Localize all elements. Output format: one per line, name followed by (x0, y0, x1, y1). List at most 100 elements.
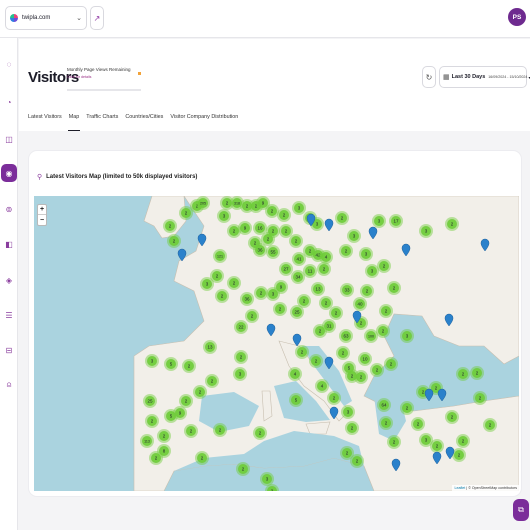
visitor-cluster[interactable]: 25 (143, 394, 157, 408)
visitor-cluster[interactable]: 4 (319, 250, 333, 264)
visitor-cluster[interactable]: 2 (319, 296, 333, 310)
visitor-cluster[interactable]: 2 (483, 418, 497, 432)
visitor-cluster[interactable]: 2 (289, 234, 303, 248)
visitor-cluster[interactable]: 5 (164, 409, 178, 423)
visitor-cluster[interactable]: 2 (376, 324, 390, 338)
quota-details-link[interactable]: Click for details (67, 75, 91, 79)
visitor-cluster[interactable]: 2 (167, 234, 181, 248)
visitor-cluster[interactable]: 55 (266, 245, 280, 259)
visitor-cluster[interactable]: 2 (387, 281, 401, 295)
visitor-cluster[interactable]: 2 (400, 401, 414, 415)
sidebar-item-account[interactable]: ⍝ (3, 379, 15, 391)
visitor-cluster[interactable]: 2 (245, 309, 259, 323)
visitor-cluster[interactable]: 3 (341, 405, 355, 419)
visitor-cluster[interactable]: 13 (311, 282, 325, 296)
visitor-cluster[interactable]: 2 (379, 416, 393, 430)
sidebar-item-events[interactable]: ⊟ (3, 344, 15, 356)
tab-latest-visitors[interactable]: Latest Visitors (28, 113, 62, 131)
visitor-cluster[interactable]: 13 (203, 340, 217, 354)
visitor-cluster[interactable]: 2 (149, 451, 163, 465)
visitor-cluster[interactable]: 3 (347, 229, 361, 243)
sidebar-item-visitors[interactable]: ◉ (1, 164, 17, 182)
avatar[interactable]: PS (508, 8, 526, 26)
sidebar-item-dashboard[interactable]: ◌ (3, 58, 15, 70)
sidebar-item-surveys[interactable]: ◈ (3, 274, 15, 286)
visitor-cluster[interactable]: 2 (370, 363, 384, 377)
visitor-cluster[interactable]: 2 (411, 417, 425, 431)
tab-countries-cities[interactable]: Countries/Cities (125, 113, 163, 131)
visitor-cluster[interactable]: 2 (163, 219, 177, 233)
visitor-cluster[interactable]: 2 (430, 439, 444, 453)
visitor-cluster[interactable]: 2 (215, 289, 229, 303)
visitor-cluster[interactable]: 2 (157, 429, 171, 443)
visitor-cluster[interactable]: 2 (309, 354, 323, 368)
visitor-cluster[interactable]: 11 (303, 264, 317, 278)
site-selector[interactable]: twipla.com ⌄ (5, 6, 87, 30)
visitor-cluster[interactable]: 3 (419, 224, 433, 238)
visitor-cluster[interactable]: 2 (184, 424, 198, 438)
visitor-cluster[interactable]: 2 (277, 208, 291, 222)
visitor-cluster[interactable]: 2 (335, 211, 349, 225)
visitor-cluster[interactable]: 3 (217, 209, 231, 223)
visitor-cluster[interactable]: 2 (470, 366, 484, 380)
visitor-cluster[interactable]: 3 (365, 264, 379, 278)
tab-traffic-charts[interactable]: Traffic Charts (86, 113, 118, 131)
visitor-cluster[interactable]: 5 (164, 357, 178, 371)
visitor-cluster[interactable]: 205 (196, 196, 210, 210)
visitors-map[interactable]: 2222205231822922314332916223625522412422… (34, 196, 519, 491)
visitor-cluster[interactable]: 2 (297, 294, 311, 308)
visitor-cluster[interactable]: 3 (145, 354, 159, 368)
visitor-cluster[interactable]: 36 (240, 292, 254, 306)
zoom-in-button[interactable]: + (38, 205, 46, 215)
visitor-cluster[interactable]: 27 (279, 262, 293, 276)
visitor-cluster[interactable]: 2 (205, 374, 219, 388)
sidebar-item-heatmaps[interactable]: ⊚ (3, 203, 15, 215)
visitor-cluster[interactable]: 3 (372, 214, 386, 228)
visitor-cluster[interactable]: 2 (339, 244, 353, 258)
tab-visitor-company-distribution[interactable]: Visitor Company Distribution (170, 113, 238, 131)
visitor-cluster[interactable]: 100 (364, 329, 378, 343)
visitor-cluster[interactable]: 2 (350, 454, 364, 468)
visitor-pin-icon[interactable] (424, 388, 434, 402)
visitor-cluster[interactable]: 4 (315, 379, 329, 393)
visitor-pin-icon[interactable] (437, 388, 447, 402)
visitor-cluster[interactable]: 3 (260, 472, 274, 486)
visitor-cluster[interactable]: 2 (195, 451, 209, 465)
visitor-cluster[interactable]: 2 (295, 345, 309, 359)
sidebar-item-recordings[interactable]: ◧ (3, 238, 15, 250)
visitor-cluster[interactable]: 2 (236, 462, 250, 476)
visitor-cluster[interactable]: 9 (238, 221, 252, 235)
open-site-button[interactable]: ↗ (90, 6, 104, 30)
visitor-cluster[interactable]: 2 (336, 346, 350, 360)
visitor-cluster[interactable]: 3 (359, 247, 373, 261)
refresh-button[interactable]: ↻ (422, 66, 436, 88)
visitor-cluster[interactable]: 9 (274, 280, 288, 294)
visitor-cluster[interactable]: 2 (354, 370, 368, 384)
sidebar-item-pages[interactable]: ☰ (3, 309, 15, 321)
tab-map[interactable]: Map (67, 113, 80, 131)
visitor-cluster[interactable]: 2 (179, 394, 193, 408)
visitor-cluster[interactable]: 2 (445, 410, 459, 424)
visitor-cluster[interactable]: 2 (254, 286, 268, 300)
visitor-cluster[interactable]: 2 (253, 426, 267, 440)
visitor-cluster[interactable]: 3 (292, 201, 306, 215)
visitor-cluster[interactable]: 2 (379, 304, 393, 318)
visitor-cluster[interactable]: 2 (313, 324, 327, 338)
visitor-cluster[interactable]: 4 (288, 367, 302, 381)
visitor-cluster[interactable]: 2 (456, 367, 470, 381)
visitor-cluster[interactable]: 2 (387, 435, 401, 449)
visitor-cluster[interactable]: 2 (327, 391, 341, 405)
help-chat-button[interactable]: ⧉ (513, 499, 529, 521)
visitor-cluster[interactable]: 2 (273, 302, 287, 316)
visitor-cluster[interactable]: 2 (360, 284, 374, 298)
visitor-cluster[interactable]: 2 (213, 423, 227, 437)
visitor-cluster[interactable]: 121 (213, 249, 227, 263)
visitor-cluster[interactable]: 63 (339, 329, 353, 343)
date-range-picker[interactable]: ▦ Last 30 Days 16/09/2024 - 15/10/2024 ▾ (439, 66, 530, 88)
visitor-cluster[interactable]: 64 (377, 398, 391, 412)
visitor-cluster[interactable]: 2 (384, 357, 398, 371)
visitor-cluster[interactable]: 17 (389, 214, 403, 228)
visitor-cluster[interactable]: 34 (291, 270, 305, 284)
visitor-cluster[interactable]: 3 (233, 367, 247, 381)
visitor-cluster[interactable]: 10 (358, 352, 372, 366)
